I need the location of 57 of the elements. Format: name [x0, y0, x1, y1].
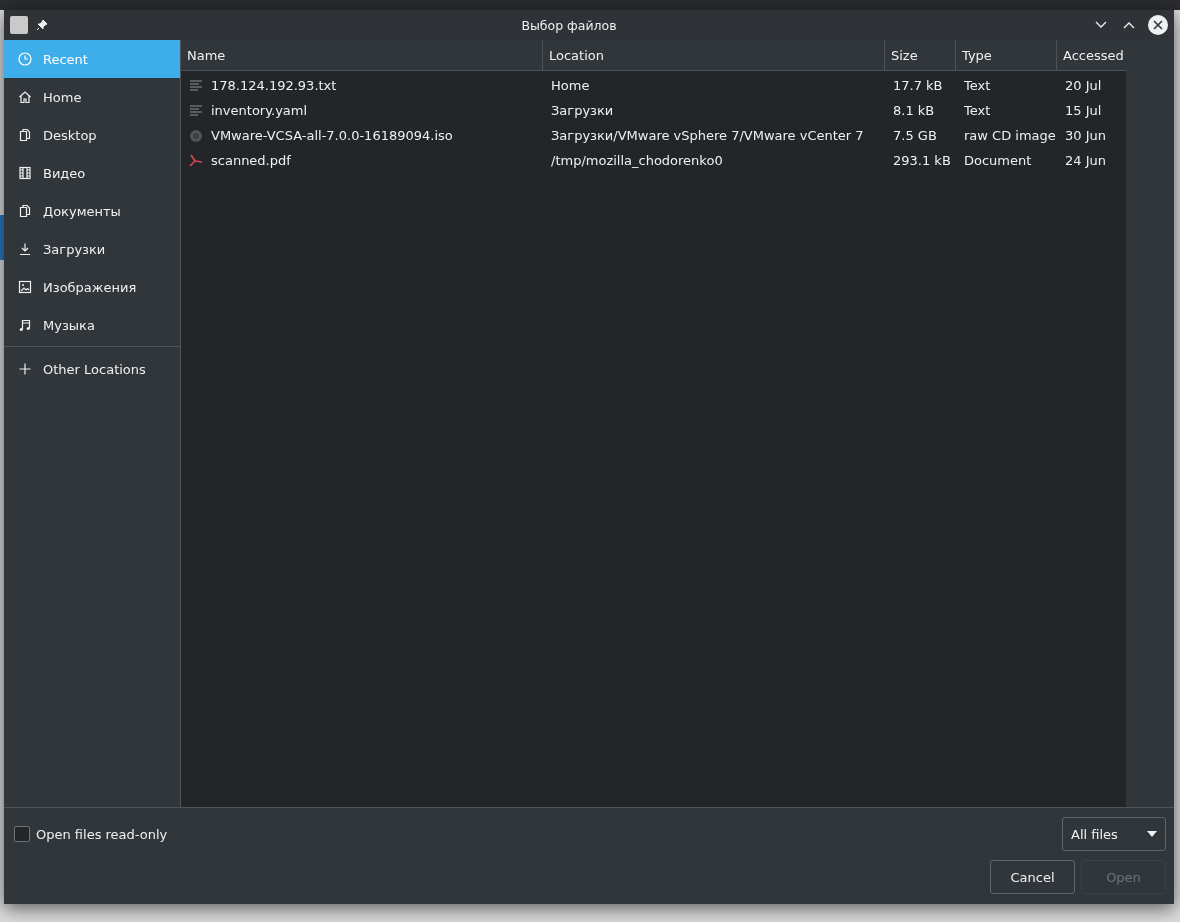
table-cell-text: 17.7 kB [892, 78, 944, 93]
table-cell-text: raw CD image [963, 128, 1057, 143]
cancel-button[interactable]: Cancel [990, 860, 1075, 894]
chevron-up-icon [1123, 21, 1135, 29]
chevron-down-icon [1095, 21, 1107, 29]
place-icon [17, 51, 33, 67]
column-header[interactable]: Size [885, 40, 956, 70]
sidebar-item[interactable]: Загрузки [4, 230, 180, 268]
table-cell-text: Text [963, 103, 992, 118]
plus-icon [17, 361, 33, 377]
table-cell-text: Загрузки [550, 103, 615, 118]
place-icon [17, 165, 33, 181]
close-button[interactable] [1148, 15, 1168, 35]
checkbox[interactable] [14, 826, 30, 842]
sidebar-item[interactable]: Изображения [4, 268, 180, 306]
window-title: Выбор файлов [520, 17, 618, 33]
table-cell-text: 293.1 kB [892, 153, 952, 168]
table-cell-text: 24 Jun [1064, 153, 1107, 168]
table-cell-text: Text [963, 78, 992, 93]
table-cell-text: /tmp/mozilla_chodorenko0 [550, 153, 724, 168]
place-icon [17, 127, 33, 143]
caret-icon [1147, 831, 1157, 837]
file-name[interactable]: scanned.pdf [211, 153, 291, 168]
table-cell-text: 20 Jul [1064, 78, 1103, 93]
sidebar-item[interactable]: Документы [4, 192, 180, 230]
column-header[interactable]: Name [181, 40, 543, 70]
place-icon [17, 203, 33, 219]
table-cell-text: Home [550, 78, 591, 93]
table-cell-text: Загрузки/VMware vSphere 7/VMware vCenter 7 [550, 128, 865, 143]
close-icon [1153, 20, 1163, 30]
pin-icon[interactable] [36, 19, 48, 31]
sidebar-item[interactable]: Other Locations [4, 350, 180, 388]
place-icon [17, 89, 33, 105]
table-cell-text: Document [963, 153, 1033, 168]
place-icon [17, 241, 33, 257]
text-file-icon [189, 103, 203, 118]
table-cell-text: 30 Jun [1064, 128, 1107, 143]
column-header[interactable]: Accessed [1057, 40, 1126, 70]
file-name[interactable]: inventory.yaml [211, 103, 308, 118]
sidebar-item[interactable]: Home [4, 78, 180, 116]
sidebar-item[interactable]: Музыка [4, 306, 180, 344]
place-icon [17, 279, 33, 295]
file-type-dropdown[interactable]: All files [1062, 817, 1166, 851]
column-header[interactable]: Location [543, 40, 885, 70]
table-cell-text: 8.1 kB [892, 103, 936, 118]
disc-icon [189, 128, 203, 143]
place-icon [17, 317, 33, 333]
file-name[interactable]: VMware-VCSA-all-7.0.0-16189094.iso [211, 128, 453, 143]
file-name[interactable]: 178.124.192.93.txt [211, 78, 337, 93]
table-cell-text: 15 Jul [1064, 103, 1103, 118]
pdf-file-icon [189, 153, 203, 168]
sidebar-item[interactable]: Видео [4, 154, 180, 192]
column-header[interactable]: Type [956, 40, 1057, 70]
table-cell-text: 7.5 GB [892, 128, 938, 143]
sidebar-item[interactable]: Desktop [4, 116, 180, 154]
checkbox-label: Open files read-only [36, 826, 168, 842]
text-file-icon [189, 78, 203, 93]
